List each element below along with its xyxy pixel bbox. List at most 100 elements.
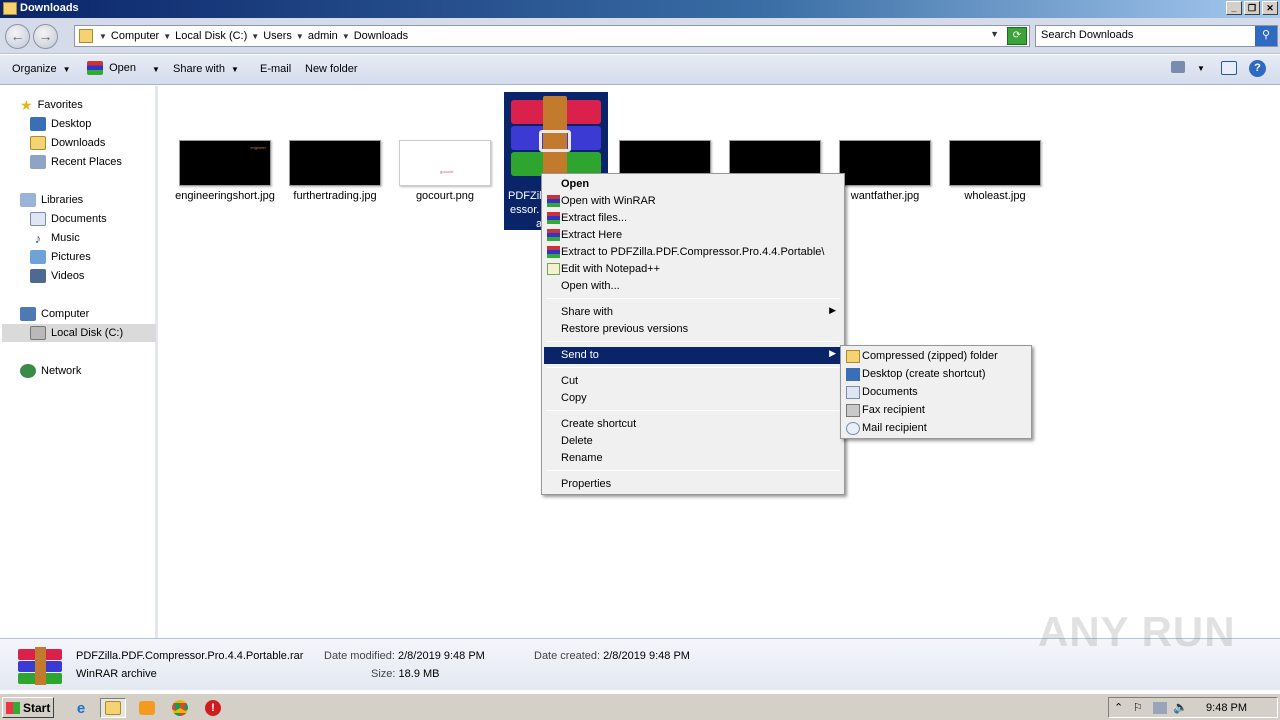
menu-item-rename[interactable]: Rename [544, 450, 842, 467]
menu-separator [546, 298, 840, 299]
refresh-icon[interactable]: ⟳ [1007, 27, 1027, 45]
details-type: WinRAR archive [76, 668, 157, 680]
chevron-down-icon[interactable]: ▼ [99, 32, 107, 41]
documents-icon [30, 212, 46, 226]
nav-music[interactable]: ♪ Music [30, 229, 80, 247]
organize-button[interactable]: Organize ▼ [12, 63, 71, 75]
chevron-down-icon[interactable]: ▼ [296, 32, 304, 41]
search-icon[interactable]: ⚲ [1255, 26, 1277, 46]
chevron-up-icon[interactable]: ⌃ [1114, 701, 1123, 714]
breadcrumb-item[interactable]: admin [308, 30, 338, 42]
menu-item-properties[interactable]: Properties [544, 476, 842, 493]
libraries-icon [20, 193, 36, 207]
view-icon[interactable] [1171, 61, 1185, 76]
menu-item-send-to[interactable]: Send to ▶ [544, 347, 842, 364]
field-value: 2/8/2019 9:48 PM [603, 650, 690, 662]
stop-icon[interactable]: ! [200, 698, 226, 718]
nav-local-disk[interactable]: Local Disk (C:) [2, 324, 156, 342]
search-input[interactable] [1041, 29, 1251, 41]
breadcrumb-item[interactable]: Users [263, 30, 292, 42]
menu-item-mail[interactable]: Mail recipient [843, 420, 1029, 438]
new-folder-button[interactable]: New folder [305, 63, 358, 75]
system-tray: ⌃ ⚐ 🔈 9:48 PM [1108, 697, 1278, 718]
forward-button[interactable]: → [33, 24, 58, 49]
menu-item-delete[interactable]: Delete [544, 433, 842, 450]
menu-item-open-with[interactable]: Open with... [544, 278, 842, 295]
details-date-modified: Date modified: 2/8/2019 9:48 PM [324, 650, 485, 662]
file-name: gocourt.png [415, 190, 475, 202]
clock[interactable]: 9:48 PM [1206, 702, 1247, 714]
email-button[interactable]: E-mail [260, 63, 291, 75]
nav-documents[interactable]: Documents [30, 210, 107, 228]
menu-item-documents[interactable]: Documents [843, 384, 1029, 402]
menu-item-open[interactable]: Open [544, 176, 842, 193]
address-dropdown-icon[interactable]: ▼ [990, 29, 999, 39]
internet-explorer-icon[interactable]: e [68, 698, 94, 718]
menu-item-desktop-shortcut[interactable]: Desktop (create shortcut) [843, 366, 1029, 384]
chevron-down-icon[interactable]: ▼ [1197, 64, 1205, 73]
image-thumbnail: gocourt [399, 140, 491, 186]
file-item[interactable]: engineer engineeringshort.jpg [175, 140, 275, 203]
volume-icon[interactable]: 🔈 [1173, 700, 1188, 714]
back-button[interactable]: ← [5, 24, 30, 49]
nav-label: Computer [41, 308, 90, 320]
menu-item-edit-notepad[interactable]: Edit with Notepad++ [544, 261, 842, 278]
explorer-taskbar-icon[interactable] [100, 698, 126, 718]
menu-label: Copy [561, 392, 587, 404]
preview-pane-icon[interactable] [1221, 61, 1237, 78]
thumbnail-text: gocourt [440, 169, 454, 174]
menu-item-create-shortcut[interactable]: Create shortcut [544, 416, 842, 433]
nav-videos[interactable]: Videos [30, 267, 84, 285]
menu-item-extract-to[interactable]: Extract to PDFZilla.PDF.Compressor.Pro.4… [544, 244, 842, 261]
breadcrumb-item[interactable]: Computer [111, 30, 159, 42]
media-player-icon[interactable] [134, 698, 160, 718]
close-button[interactable]: ✕ [1262, 1, 1278, 15]
nav-desktop[interactable]: Desktop [30, 115, 91, 133]
menu-item-compressed-folder[interactable]: Compressed (zipped) folder [843, 348, 1029, 366]
chevron-down-icon[interactable]: ▼ [251, 32, 259, 41]
menu-item-copy[interactable]: Copy [544, 390, 842, 407]
pictures-icon [30, 250, 46, 264]
chevron-down-icon[interactable]: ▼ [163, 32, 171, 41]
open-label: Open [109, 61, 136, 74]
nav-downloads[interactable]: Downloads [30, 134, 105, 152]
open-dropdown[interactable]: ▼ [146, 63, 160, 75]
file-item[interactable]: wholeast.jpg [945, 140, 1045, 203]
nav-recent-places[interactable]: Recent Places [30, 153, 122, 171]
nav-label: Local Disk (C:) [51, 327, 124, 339]
nav-favorites[interactable]: ★ Favorites [20, 96, 83, 114]
chevron-down-icon[interactable]: ▼ [342, 32, 350, 41]
nav-computer[interactable]: Computer [20, 305, 89, 323]
details-date-created: Date created: 2/8/2019 9:48 PM [534, 650, 690, 662]
menu-item-open-winrar[interactable]: Open with WinRAR [544, 193, 842, 210]
menu-label: Extract to PDFZilla.PDF.Compressor.Pro.4… [561, 246, 825, 258]
nav-network[interactable]: Network [20, 362, 81, 380]
menu-item-share-with[interactable]: Share with ▶ [544, 304, 842, 321]
flag-icon[interactable]: ⚐ [1133, 701, 1143, 714]
address-bar[interactable]: ▼ Computer ▼ Local Disk (C:) ▼ Users ▼ a… [74, 25, 1030, 47]
menu-item-extract-files[interactable]: Extract files... [544, 210, 842, 227]
menu-item-extract-here[interactable]: Extract Here [544, 227, 842, 244]
menu-item-restore[interactable]: Restore previous versions [544, 321, 842, 338]
file-item[interactable]: furthertrading.jpg [285, 140, 385, 203]
file-item[interactable]: gocourt gocourt.png [395, 140, 495, 203]
minimize-button[interactable]: _ [1226, 1, 1242, 15]
share-with-button[interactable]: Share with ▼ [173, 63, 239, 75]
menu-item-fax[interactable]: Fax recipient [843, 402, 1029, 420]
menu-item-cut[interactable]: Cut [544, 373, 842, 390]
nav-pictures[interactable]: Pictures [30, 248, 91, 266]
chrome-icon[interactable] [167, 698, 193, 718]
nav-label: Videos [51, 270, 85, 282]
maximize-button[interactable]: ❐ [1244, 1, 1260, 15]
menu-label: Fax recipient [862, 404, 925, 416]
breadcrumb-item[interactable]: Local Disk (C:) [175, 30, 247, 42]
menu-label: Desktop (create shortcut) [862, 368, 986, 380]
help-icon[interactable]: ? [1249, 60, 1266, 77]
menu-label: Restore previous versions [561, 323, 689, 335]
start-button[interactable]: Start [2, 697, 54, 718]
breadcrumb-item[interactable]: Downloads [354, 30, 408, 42]
open-button[interactable]: Open [87, 61, 136, 75]
network-icon[interactable] [1153, 702, 1167, 714]
file-item[interactable]: wantfather.jpg [835, 140, 935, 203]
nav-libraries[interactable]: Libraries [20, 191, 83, 209]
